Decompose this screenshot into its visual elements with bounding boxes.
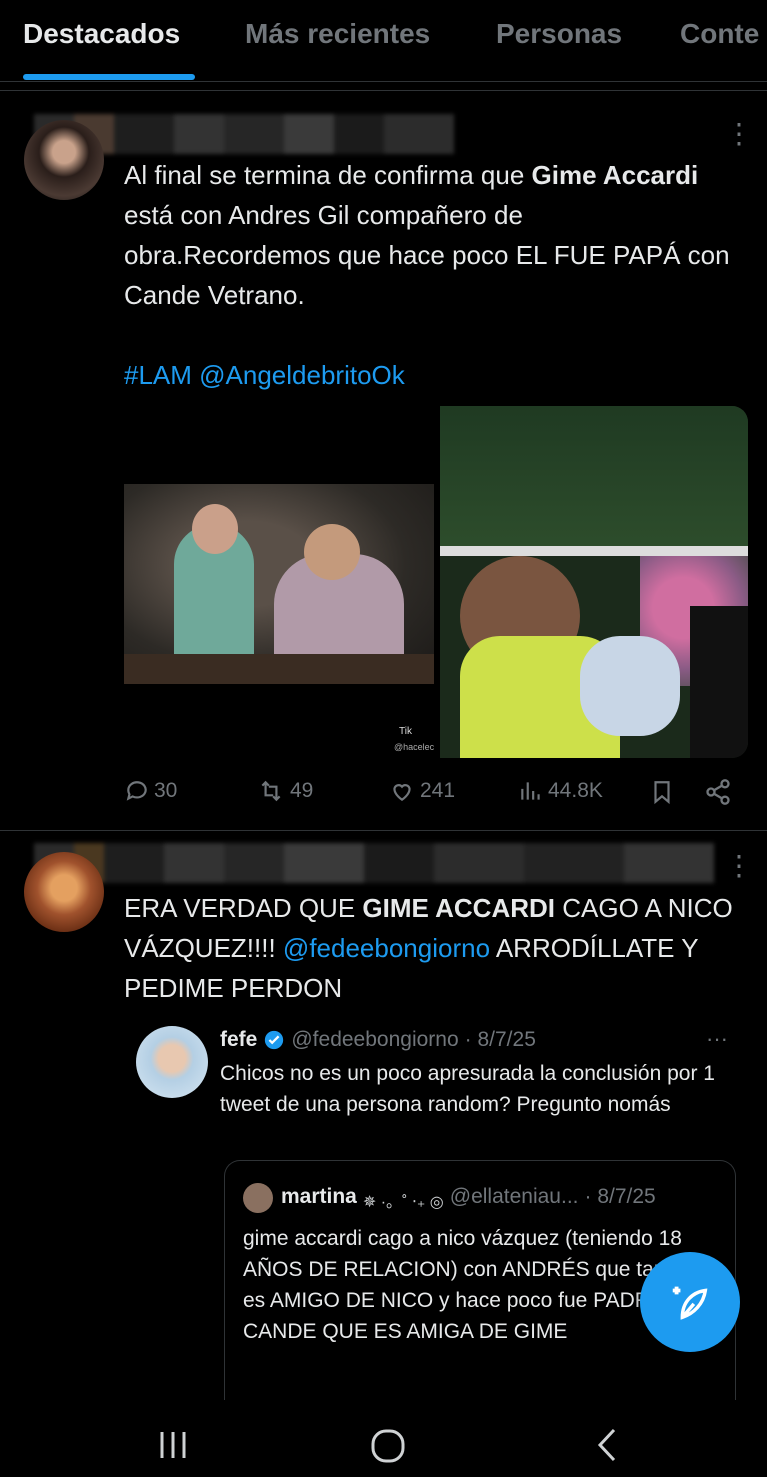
author-avatar[interactable] bbox=[24, 852, 104, 932]
photo-trees bbox=[440, 406, 748, 556]
author-avatar[interactable] bbox=[24, 120, 104, 200]
tweet-media-left[interactable]: Tik @hacelect bbox=[124, 406, 434, 758]
video-thumbnail bbox=[124, 484, 434, 684]
tweet-media-right[interactable] bbox=[440, 406, 748, 758]
author-name-pixelated bbox=[34, 843, 714, 883]
tab-destacados[interactable]: Destacados bbox=[23, 18, 180, 50]
views-count: 44.8K bbox=[548, 779, 603, 802]
verified-icon bbox=[265, 1030, 284, 1050]
repost-count: 49 bbox=[290, 779, 314, 802]
more-icon[interactable]: ⋮ bbox=[725, 120, 753, 148]
nested-name: martina bbox=[281, 1185, 357, 1208]
mention-link[interactable]: @AngeldebritoOk bbox=[199, 360, 405, 390]
views-icon bbox=[521, 782, 540, 800]
nested-date: · 8/7/25 bbox=[584, 1185, 656, 1208]
compose-icon bbox=[672, 1286, 708, 1320]
bookmark-button[interactable] bbox=[649, 778, 675, 806]
recent-apps-icon[interactable] bbox=[156, 1428, 190, 1462]
mention-link[interactable]: @fedeebongiorno bbox=[283, 933, 490, 963]
tweet-divider bbox=[0, 830, 767, 831]
more-icon[interactable]: ··· bbox=[706, 1028, 728, 1050]
tweet-text: Al final se termina de confirma que Gime… bbox=[124, 160, 730, 390]
share-icon bbox=[706, 779, 730, 805]
like-count: 241 bbox=[420, 779, 456, 802]
tab-contenido[interactable]: Conte bbox=[680, 18, 759, 50]
quoted-handle: @fedeebongiorno bbox=[291, 1028, 459, 1051]
tab-mas-recientes[interactable]: Más recientes bbox=[245, 18, 430, 50]
tweet-actions: 30 49 241 44.8K bbox=[124, 778, 744, 814]
quoted-name: fefe bbox=[220, 1028, 258, 1051]
back-icon[interactable] bbox=[592, 1426, 622, 1464]
reply-count: 30 bbox=[154, 779, 178, 802]
more-icon[interactable]: ⋮ bbox=[725, 852, 753, 880]
system-nav-bar bbox=[0, 1400, 767, 1477]
header-divider bbox=[0, 90, 767, 91]
active-tab-indicator bbox=[23, 74, 195, 80]
compose-button[interactable] bbox=[640, 1252, 740, 1352]
tiktok-watermark: Tik bbox=[399, 726, 412, 737]
bookmark-icon bbox=[654, 781, 670, 805]
like-icon bbox=[393, 784, 411, 801]
quoted-date: · 8/7/25 bbox=[464, 1028, 536, 1051]
reply-icon bbox=[126, 781, 147, 801]
tweet-text: ERA VERDAD QUE GIME ACCARDI CAGO A NICO … bbox=[124, 893, 733, 1003]
quoted-text: Chicos no es un poco apresurada la concl… bbox=[220, 1062, 715, 1116]
tab-bar: Destacados Más recientes Personas Conte bbox=[0, 0, 767, 82]
reply-button[interactable]: 30 bbox=[124, 778, 177, 804]
like-button[interactable]: 241 bbox=[388, 778, 455, 804]
nested-avatar bbox=[243, 1183, 273, 1213]
home-icon[interactable] bbox=[370, 1428, 406, 1464]
repost-button[interactable]: 49 bbox=[256, 778, 313, 804]
nested-name-decoration: ✵ ·。˚ ‧₊ ◎ bbox=[362, 1194, 444, 1211]
tiktok-handle: @hacelect bbox=[394, 742, 434, 752]
quoted-avatar bbox=[136, 1026, 208, 1098]
repost-icon bbox=[261, 780, 281, 802]
share-button[interactable] bbox=[704, 778, 732, 806]
nested-handle: @ellateniau... bbox=[449, 1185, 579, 1208]
hashtag-link[interactable]: #LAM bbox=[124, 360, 192, 390]
views-button[interactable]: 44.8K bbox=[518, 778, 603, 804]
tab-personas[interactable]: Personas bbox=[496, 18, 622, 50]
